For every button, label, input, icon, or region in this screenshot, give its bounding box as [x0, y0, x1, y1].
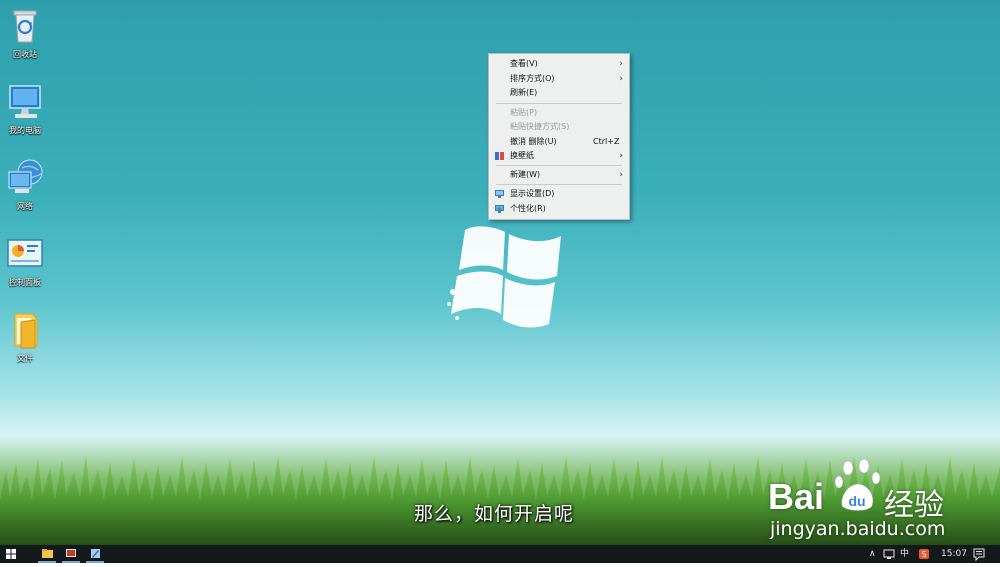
menu-item-paste-shortcut[interactable]: 粘贴快捷方式(S)	[489, 120, 629, 134]
menu-item-label: 排序方式(O)	[510, 74, 555, 83]
desktop-icon-my-computer[interactable]: 我的电脑	[0, 82, 50, 136]
control-panel-icon	[5, 234, 45, 274]
menu-item-undo-delete[interactable]: 撤消 删除(U) Ctrl+Z	[489, 135, 629, 149]
desktop-icon-recycle-bin[interactable]: 回收站	[0, 6, 50, 60]
notification-icon	[973, 548, 985, 562]
desktop-icon-label: 控制面板	[9, 278, 41, 287]
menu-item-view[interactable]: 查看(V) ›	[489, 57, 629, 71]
svg-text:du: du	[848, 493, 865, 509]
video-subtitle: 那么，如何开启呢	[414, 503, 575, 525]
network-icon	[5, 158, 45, 198]
menu-separator	[496, 103, 622, 104]
menu-item-label: 换壁纸	[510, 151, 534, 160]
tray-clock[interactable]: 15:07	[941, 547, 967, 561]
desktop[interactable]: 回收站 我的电脑 网络 控制面板 文件 查看(V) › 排序方式(O) › 刷新…	[0, 0, 1000, 545]
wallpaper-icon	[495, 152, 504, 160]
svg-text:S: S	[921, 550, 926, 559]
menu-item-label: 新建(W)	[510, 170, 541, 179]
chevron-right-icon: ›	[619, 74, 623, 84]
desktop-icon-label: 我的电脑	[9, 126, 41, 135]
taskbar-app-2[interactable]	[86, 545, 104, 563]
taskbar-file-explorer[interactable]	[38, 545, 56, 563]
menu-item-paste[interactable]: 粘贴(P)	[489, 106, 629, 120]
baidu-paw-logo-icon: du	[834, 458, 881, 511]
desktop-context-menu: 查看(V) › 排序方式(O) › 刷新(E) 粘贴(P) 粘贴快捷方式(S) …	[488, 53, 630, 220]
menu-item-label: 刷新(E)	[510, 88, 538, 97]
desktop-icon-folder[interactable]: 文件	[0, 310, 50, 364]
desktop-icon-control-panel[interactable]: 控制面板	[0, 234, 50, 288]
menu-item-label: 粘贴快捷方式(S)	[510, 122, 570, 131]
taskbar-app[interactable]	[62, 545, 80, 563]
media-app-icon	[66, 549, 76, 557]
chevron-right-icon: ›	[619, 151, 623, 161]
sogou-ime-icon: S	[919, 549, 929, 559]
tray-chevron-up-icon[interactable]: ∧	[869, 547, 876, 561]
menu-item-label: 显示设置(D)	[510, 189, 555, 198]
desktop-icon-label: 文件	[17, 354, 33, 363]
tray-ime-indicator[interactable]: 中	[900, 547, 909, 561]
folder-icon	[5, 310, 45, 350]
tray-app[interactable]: S	[917, 545, 931, 563]
menu-item-label: 个性化(R)	[510, 204, 546, 213]
chevron-right-icon: ›	[619, 170, 623, 180]
menu-item-label: 查看(V)	[510, 59, 538, 68]
tray-network[interactable]	[882, 545, 896, 563]
desktop-icon-label: 回收站	[13, 50, 37, 59]
chevron-right-icon: ›	[619, 59, 623, 69]
start-button[interactable]	[4, 545, 18, 563]
network-tray-icon	[883, 549, 895, 559]
action-center-button[interactable]	[972, 545, 986, 563]
menu-item-label: 撤消 删除(U)	[510, 137, 557, 146]
display-settings-icon	[495, 190, 504, 198]
menu-separator	[496, 184, 622, 185]
desktop-icon-network[interactable]: 网络	[0, 158, 50, 212]
menu-item-refresh[interactable]: 刷新(E)	[489, 86, 629, 100]
menu-item-shortcut: Ctrl+Z	[593, 137, 620, 146]
personalize-icon	[495, 205, 504, 213]
computer-icon	[5, 82, 45, 122]
watermark-url: jingyan.baidu.com	[770, 518, 946, 540]
menu-item-change-wallpaper[interactable]: 换壁纸 ›	[489, 149, 629, 163]
editor-app-icon	[91, 549, 100, 558]
menu-item-sort-by[interactable]: 排序方式(O) ›	[489, 72, 629, 86]
menu-item-label: 粘贴(P)	[510, 108, 538, 117]
menu-separator	[496, 165, 622, 166]
desktop-icon-label: 网络	[17, 202, 33, 211]
windows-logo-wallpaper	[447, 226, 561, 328]
recycle-bin-icon	[5, 6, 45, 46]
menu-item-personalize[interactable]: 个性化(R)	[489, 202, 629, 216]
file-explorer-icon	[42, 549, 53, 558]
watermark-brand: Bai	[768, 476, 825, 517]
menu-item-new[interactable]: 新建(W) ›	[489, 168, 629, 182]
taskbar: ∧ 中 S 15:07	[0, 545, 1000, 563]
menu-item-display-settings[interactable]: 显示设置(D)	[489, 187, 629, 201]
windows-start-icon	[6, 549, 16, 559]
